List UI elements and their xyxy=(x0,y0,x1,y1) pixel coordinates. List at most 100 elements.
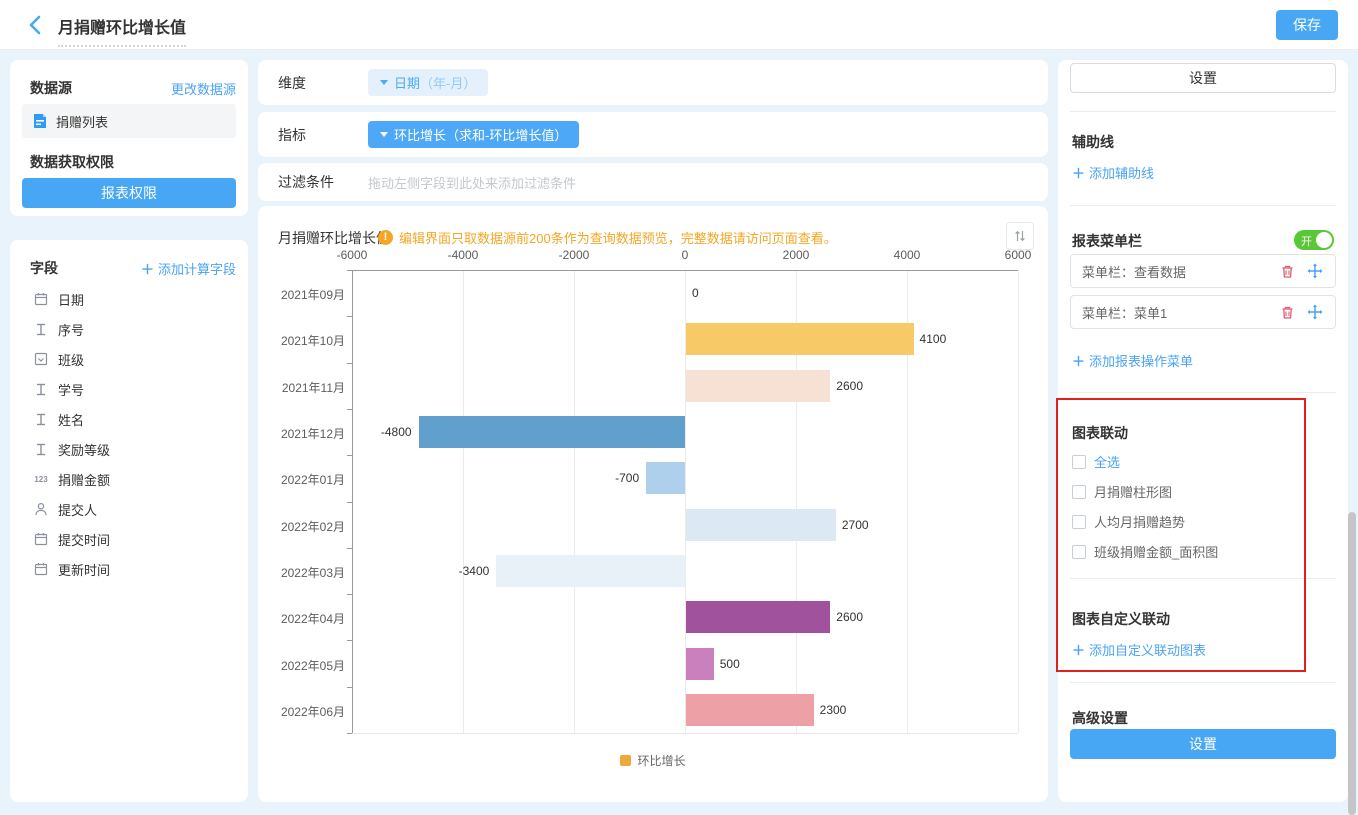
bar[interactable] xyxy=(686,694,814,726)
chevron-left-icon xyxy=(24,13,48,37)
change-datasource-link[interactable]: 更改数据源 xyxy=(171,79,236,98)
field-item-label: 班级 xyxy=(58,350,84,369)
linkage-option-label: 人均月捐赠趋势 xyxy=(1094,512,1185,531)
bar[interactable] xyxy=(646,462,685,494)
save-button[interactable]: 保存 xyxy=(1276,10,1338,40)
bar-value-label: 4100 xyxy=(920,332,947,346)
y-axis-tick xyxy=(347,455,352,456)
x-tick-label: -6000 xyxy=(322,248,382,262)
field-item[interactable]: 奖励等级 xyxy=(32,438,110,460)
checkbox-icon xyxy=(1072,455,1086,469)
field-item[interactable]: 序号 xyxy=(32,318,84,340)
checkbox-icon xyxy=(1072,515,1086,529)
y-axis-tick xyxy=(347,548,352,549)
gridline xyxy=(1018,270,1019,733)
field-item[interactable]: 日期 xyxy=(32,288,84,310)
trash-icon[interactable] xyxy=(1280,305,1295,320)
add-calc-field-link[interactable]: ＋添加计算字段 xyxy=(141,259,236,278)
filter-row[interactable]: 过滤条件 拖动左侧字段到此处来添加过滤条件 xyxy=(258,163,1048,201)
field-item[interactable]: 提交人 xyxy=(32,498,97,520)
back-button[interactable] xyxy=(24,13,48,37)
field-item-label: 捐赠金额 xyxy=(58,470,110,489)
y-category-label: 2021年10月 xyxy=(258,332,345,349)
field-item[interactable]: 更新时间 xyxy=(32,558,110,580)
field-item-label: 提交时间 xyxy=(58,530,110,549)
bar-value-label: 2700 xyxy=(842,518,869,532)
field-item[interactable]: 姓名 xyxy=(32,408,84,430)
gridline xyxy=(574,270,575,733)
bar-value-label: 500 xyxy=(720,657,740,671)
bar[interactable] xyxy=(686,509,836,541)
add-custom-linkage-link[interactable]: ＋添加自定义联动图表 xyxy=(1072,640,1206,659)
chart-settings-button[interactable]: 设置 xyxy=(1070,63,1336,93)
trash-icon[interactable] xyxy=(1280,264,1295,279)
preview-warning: ! 编辑界面只取数据源前200条作为查询数据预览，完整数据请访问页面查看。 xyxy=(378,228,837,247)
menubar-toggle[interactable]: 开 xyxy=(1294,230,1334,250)
advanced-settings-button[interactable]: 设置 xyxy=(1070,729,1336,759)
chart-legend[interactable]: 环比增长 xyxy=(258,752,1048,769)
field-item[interactable]: 班级 xyxy=(32,348,84,370)
text-icon xyxy=(32,323,50,336)
menubar-item[interactable]: 菜单栏：菜单1 xyxy=(1070,295,1336,329)
field-item-label: 奖励等级 xyxy=(58,440,110,459)
linkage-option-label: 班级捐赠金额_面积图 xyxy=(1094,542,1218,561)
add-aux-line-link[interactable]: ＋添加辅助线 xyxy=(1072,163,1154,182)
menubar-item-label: 菜单栏：菜单1 xyxy=(1071,303,1280,322)
legend-label: 环比增长 xyxy=(637,752,685,769)
move-icon[interactable] xyxy=(1307,304,1323,320)
bar[interactable] xyxy=(496,555,685,587)
field-item[interactable]: 123 捐赠金额 xyxy=(32,468,110,490)
y-axis-tick xyxy=(347,363,352,364)
calendar-icon xyxy=(32,532,50,546)
number-123-icon: 123 xyxy=(32,475,50,484)
y-axis-tick xyxy=(347,594,352,595)
bar[interactable] xyxy=(686,323,914,355)
linkage-option-checkbox[interactable]: 人均月捐赠趋势 xyxy=(1072,512,1185,531)
field-item-label: 学号 xyxy=(58,380,84,399)
metric-pill[interactable]: 环比增长（求和-环比增长值） xyxy=(368,121,579,148)
x-tick-label: 6000 xyxy=(988,248,1048,262)
datasource-item[interactable]: 捐赠列表 xyxy=(22,104,236,138)
field-item[interactable]: 提交时间 xyxy=(32,528,110,550)
aux-line-heading: 辅助线 xyxy=(1072,132,1114,152)
checkbox-icon xyxy=(1072,545,1086,559)
data-permission-heading: 数据获取权限 xyxy=(30,152,114,172)
bar[interactable] xyxy=(686,601,830,633)
dimension-label: 维度 xyxy=(258,73,368,93)
sort-button[interactable] xyxy=(1006,222,1034,250)
bar[interactable] xyxy=(686,648,714,680)
scrollbar-thumb[interactable] xyxy=(1348,512,1356,815)
bar-value-label: -4800 xyxy=(352,425,412,439)
bar-value-label: 2300 xyxy=(820,703,847,717)
bar-value-label: 0 xyxy=(692,286,699,300)
y-category-label: 2021年12月 xyxy=(258,425,345,442)
bar[interactable] xyxy=(686,370,830,402)
report-permission-button[interactable]: 报表权限 xyxy=(22,178,236,208)
select-all-checkbox[interactable]: 全选 xyxy=(1072,452,1120,471)
y-category-label: 2022年06月 xyxy=(258,703,345,720)
calendar-icon xyxy=(32,292,50,306)
divider xyxy=(1070,111,1336,112)
topbar: 月捐赠环比增长值 保存 xyxy=(0,0,1358,50)
field-item-label: 提交人 xyxy=(58,500,97,519)
menubar-item-label: 菜单栏：查看数据 xyxy=(1071,262,1280,281)
dimension-pill[interactable]: 日期 （年-月） xyxy=(368,69,488,96)
y-category-label: 2022年01月 xyxy=(258,471,345,488)
add-report-menu-link[interactable]: ＋添加报表操作菜单 xyxy=(1072,351,1193,370)
chevron-down-icon xyxy=(380,80,388,85)
linkage-option-checkbox[interactable]: 班级捐赠金额_面积图 xyxy=(1072,542,1218,561)
text-icon xyxy=(32,383,50,396)
menubar-item[interactable]: 菜单栏：查看数据 xyxy=(1070,254,1336,288)
settings-panel: 设置 辅助线 ＋添加辅助线 报表菜单栏 开 菜单栏：查看数据菜单栏：菜单1 ＋添… xyxy=(1058,60,1348,802)
text-icon xyxy=(32,413,50,426)
x-tick-label: -2000 xyxy=(544,248,604,262)
linkage-option-checkbox[interactable]: 月捐赠柱形图 xyxy=(1072,482,1172,501)
move-icon[interactable] xyxy=(1307,263,1323,279)
field-item[interactable]: 学号 xyxy=(32,378,84,400)
y-axis-tick xyxy=(347,270,352,271)
fields-heading: 字段 xyxy=(30,258,58,278)
bar[interactable] xyxy=(419,416,685,448)
chart-area: -6000-4000-200002000400060002021年09月0202… xyxy=(258,206,1048,802)
bar-value-label: -3400 xyxy=(429,564,489,578)
field-item-label: 序号 xyxy=(58,320,84,339)
